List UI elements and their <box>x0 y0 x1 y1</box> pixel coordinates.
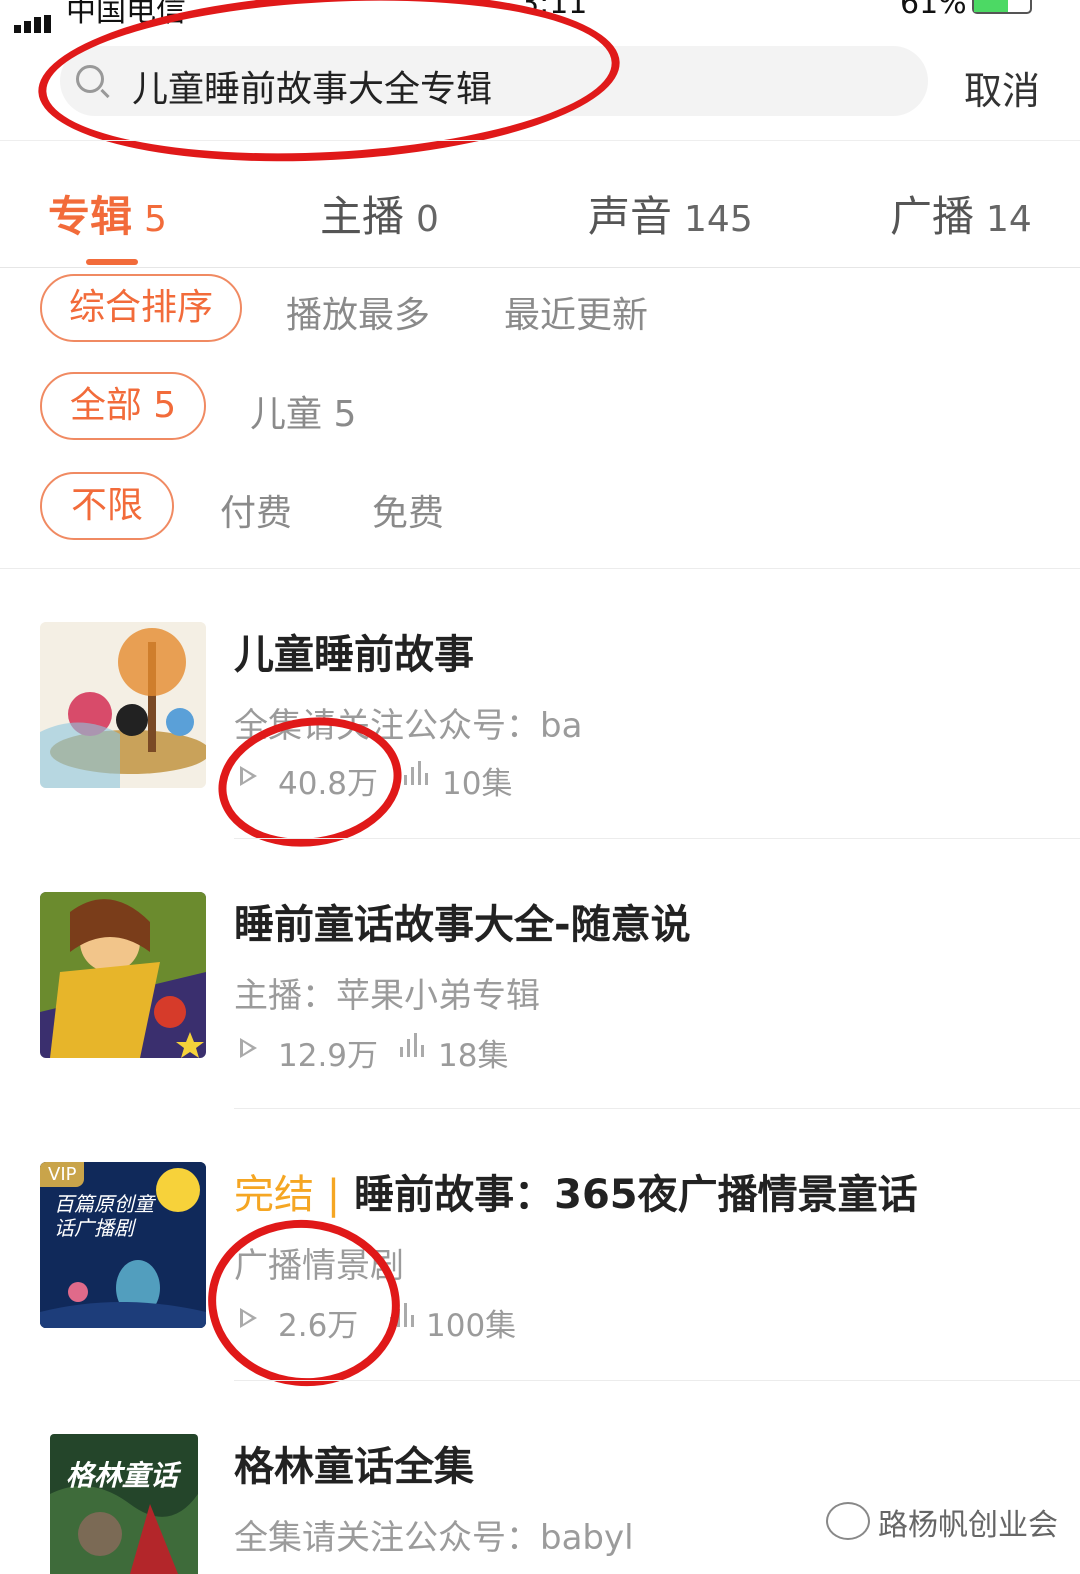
clock: 3:11 <box>520 0 588 21</box>
row-divider <box>234 1108 1080 1109</box>
completed-tag: 完结 | <box>234 1172 341 1218</box>
carrier-label: 中国电信 <box>66 0 186 29</box>
search-input[interactable]: 儿童睡前故事大全专辑 <box>60 46 928 116</box>
tab-albums[interactable]: 专辑 5 <box>48 183 167 244</box>
category-chip-selected[interactable]: 全部 5 <box>40 372 206 440</box>
wechat-icon <box>826 1502 870 1540</box>
row-divider <box>234 1380 1080 1381</box>
sort-option-recent[interactable]: 最近更新 <box>504 286 648 338</box>
album-subtitle: 广播情景剧 <box>234 1246 404 1286</box>
tab-sounds[interactable]: 声音 145 <box>588 183 753 244</box>
vip-badge: VIP <box>40 1162 85 1187</box>
price-chip-selected[interactable]: 不限 <box>40 472 174 540</box>
episode-count-icon <box>398 1033 428 1060</box>
album-cover <box>40 622 206 788</box>
album-cover: 格林童话 <box>50 1434 198 1574</box>
play-count-icon <box>240 766 257 786</box>
cover-caption: 格林童话 <box>66 1459 179 1492</box>
search-query[interactable]: 儿童睡前故事大全专辑 <box>132 60 492 112</box>
tab-count: 0 <box>416 199 439 240</box>
tab-anchors[interactable]: 主播 0 <box>320 183 439 244</box>
battery-percentage: 61% <box>900 0 967 21</box>
episode-count-icon <box>402 761 432 788</box>
tab-label: 广播 <box>890 192 975 241</box>
filter-divider <box>0 568 1080 569</box>
episode-count: 10集 <box>442 766 513 802</box>
active-tab-indicator <box>86 259 138 265</box>
tab-label: 声音 <box>588 192 673 241</box>
play-count: 2.6万 <box>278 1308 359 1344</box>
play-count: 12.9万 <box>278 1038 379 1074</box>
play-count-icon <box>240 1038 257 1058</box>
tab-radio[interactable]: 广播 14 <box>890 183 1032 244</box>
row-divider <box>234 838 1080 839</box>
search-icon <box>76 65 104 93</box>
cancel-button[interactable]: 取消 <box>964 60 1040 115</box>
cover-caption: 百篇原创童话广播剧 <box>54 1192 154 1240</box>
album-subtitle: 全集请关注公众号：babyl <box>234 1518 634 1558</box>
tab-count: 14 <box>986 199 1032 240</box>
album-title[interactable]: 格林童话全集 <box>234 1434 474 1492</box>
tab-label: 专辑 <box>48 192 133 241</box>
watermark-text: 路杨帆创业会 <box>878 1508 1058 1543</box>
signal-icon <box>14 0 54 33</box>
tab-count: 145 <box>684 199 753 240</box>
episode-count-icon <box>388 1303 418 1330</box>
album-cover <box>40 892 206 1058</box>
sort-chip-selected[interactable]: 综合排序 <box>40 274 242 342</box>
episode-count: 18集 <box>438 1038 509 1074</box>
price-option-paid[interactable]: 付费 <box>220 484 292 536</box>
album-title[interactable]: 完结 | 睡前故事：365夜广播情景童话 <box>234 1162 918 1220</box>
category-option-children[interactable]: 儿童 5 <box>250 385 356 437</box>
battery-icon <box>972 0 1032 14</box>
episode-count: 100集 <box>426 1308 517 1344</box>
album-cover: VIP 百篇原创童话广播剧 <box>40 1162 206 1328</box>
price-option-free[interactable]: 免费 <box>372 484 444 536</box>
album-subtitle: 主播：苹果小弟专辑 <box>234 976 540 1016</box>
album-title[interactable]: 睡前童话故事大全-随意说 <box>234 892 691 950</box>
album-title-text: 睡前故事：365夜广播情景童话 <box>354 1172 918 1218</box>
album-title[interactable]: 儿童睡前故事 <box>234 622 474 680</box>
play-count: 40.8万 <box>278 766 379 802</box>
tab-count: 5 <box>144 199 167 240</box>
sort-option-most-played[interactable]: 播放最多 <box>286 286 430 338</box>
result-tabs: 专辑 5 主播 0 声音 145 广播 14 <box>0 140 1080 268</box>
album-subtitle: 全集请关注公众号：ba <box>234 706 583 746</box>
tab-label: 主播 <box>320 192 405 241</box>
play-count-icon <box>240 1308 257 1328</box>
status-bar: 中国电信 3:11 61% <box>0 0 1080 33</box>
